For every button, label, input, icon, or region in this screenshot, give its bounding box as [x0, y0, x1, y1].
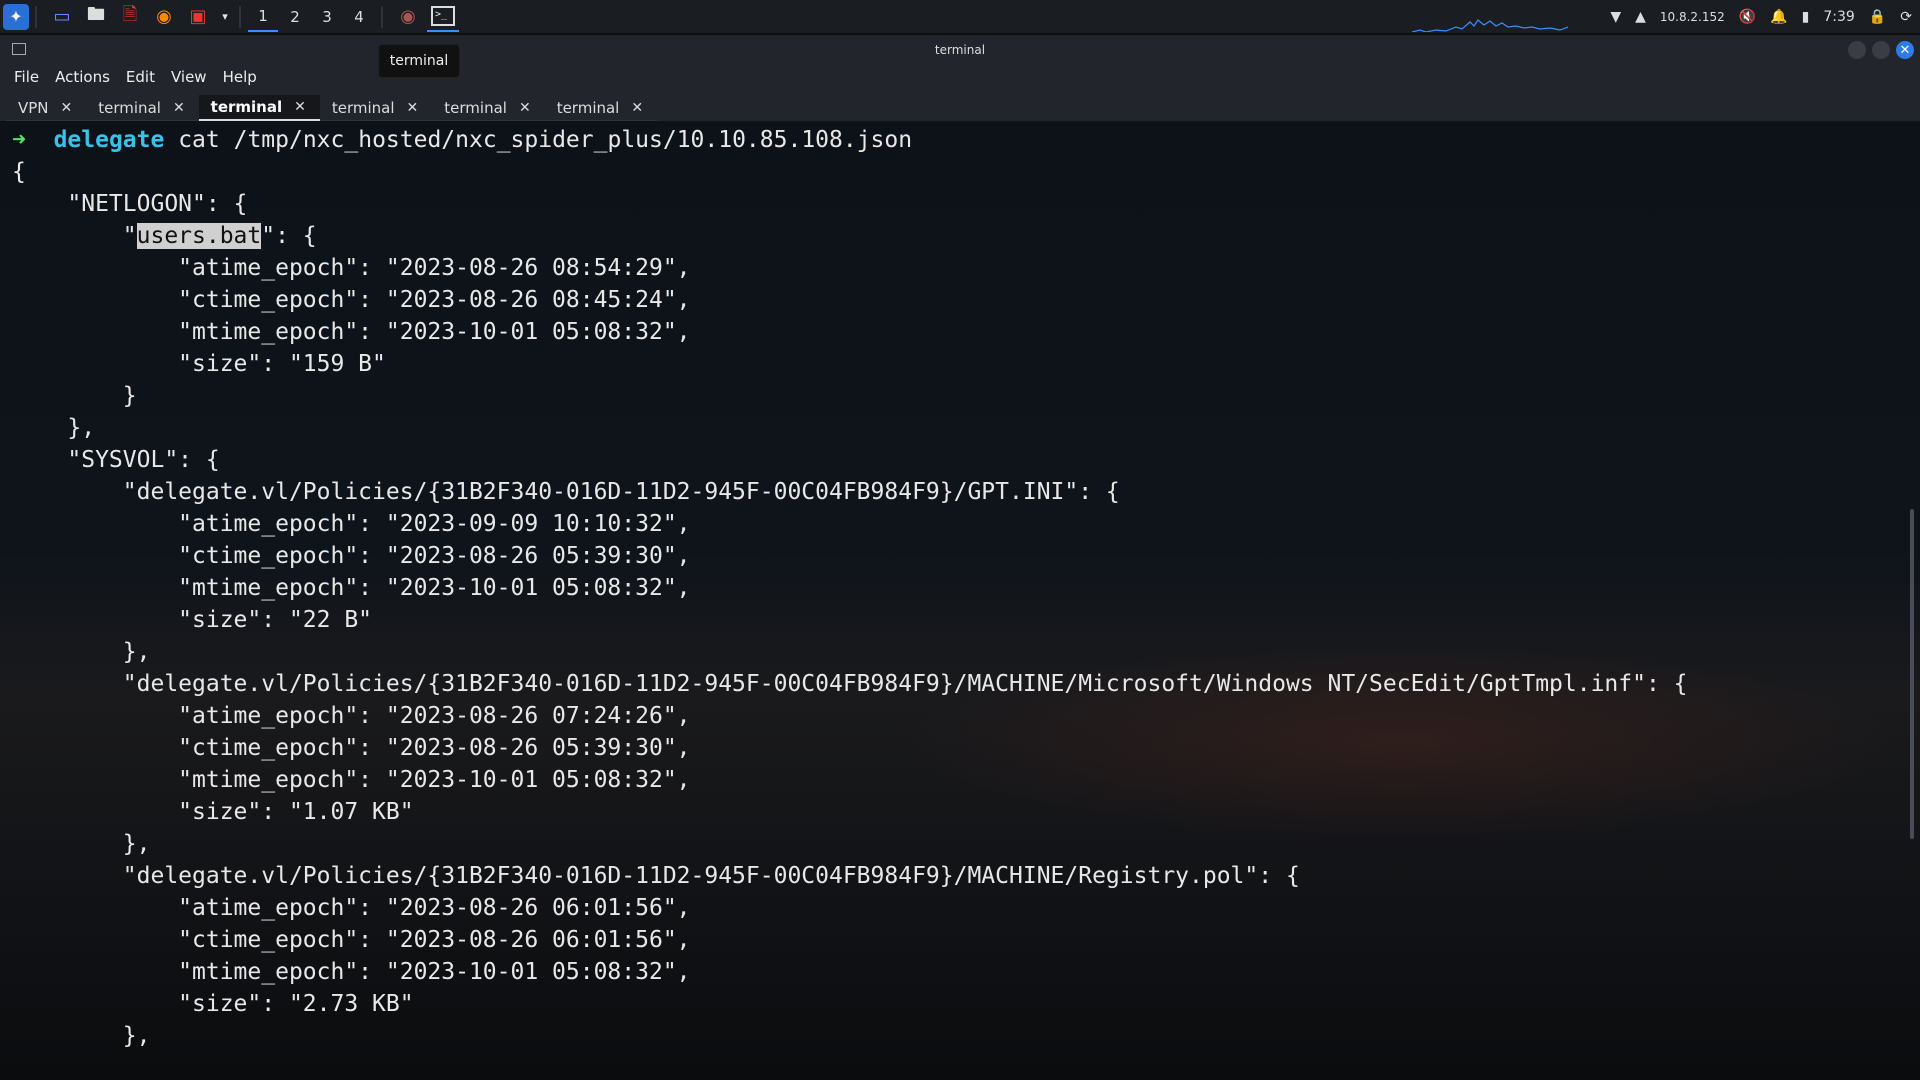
- output-line: ": {: [261, 223, 317, 249]
- workspace-1[interactable]: 1: [248, 2, 278, 32]
- output-line: },: [12, 639, 151, 665]
- tab-close-icon[interactable]: ✕: [519, 100, 531, 116]
- tab-close-icon[interactable]: ✕: [294, 99, 306, 115]
- clock[interactable]: 7:39: [1823, 9, 1854, 25]
- wifi-icon[interactable]: ▼: [1610, 9, 1621, 25]
- power-icon[interactable]: ⟳: [1900, 9, 1912, 25]
- tab-terminal-4[interactable]: terminal ✕: [432, 95, 545, 121]
- show-desktop-icon[interactable]: ▭: [47, 2, 77, 32]
- kali-menu-icon[interactable]: ✦: [3, 3, 29, 30]
- tab-terminal-1[interactable]: terminal ✕: [86, 95, 199, 121]
- menu-file[interactable]: File: [14, 68, 39, 86]
- menu-edit[interactable]: Edit: [126, 68, 155, 86]
- output-line: "size": "1.07 KB": [12, 799, 414, 825]
- tab-close-icon[interactable]: ✕: [407, 100, 419, 116]
- output-line: "size": "159 B": [12, 351, 386, 377]
- prompt-arrow-icon: ➜: [12, 127, 26, 153]
- window-menu-icon[interactable]: [12, 43, 26, 55]
- tab-label: terminal: [98, 98, 161, 117]
- output-line: "atime_epoch": "2023-08-26 08:54:29",: [12, 255, 691, 281]
- output-line: "mtime_epoch": "2023-10-01 05:08:32",: [12, 959, 691, 985]
- system-tray: ▼ ▲ 10.8.2.152 🔇 🔔 ▮ 7:39 🔒 ⟳: [1610, 0, 1912, 34]
- close-button[interactable]: ✕: [1896, 41, 1914, 59]
- tab-vpn[interactable]: VPN ✕: [6, 95, 87, 121]
- output-line: "delegate.vl/Policies/{31B2F340-016D-11D…: [12, 671, 1688, 697]
- output-line: "mtime_epoch": "2023-10-01 05:08:32",: [12, 319, 691, 345]
- workspace-2[interactable]: 2: [280, 2, 310, 32]
- workspace-3[interactable]: 3: [312, 2, 342, 32]
- command-text: cat /tmp/nxc_hosted/nxc_spider_plus/10.1…: [178, 127, 913, 153]
- output-line: "NETLOGON": {: [12, 191, 248, 217]
- file-manager-icon[interactable]: 🖿: [81, 2, 111, 32]
- terminal-launcher-icon[interactable]: ▣: [183, 2, 213, 32]
- output-line: "delegate.vl/Policies/{31B2F340-016D-11D…: [12, 479, 1120, 505]
- output-line: "atime_epoch": "2023-08-26 06:01:56",: [12, 895, 691, 921]
- tab-terminal-5[interactable]: terminal ✕: [544, 95, 658, 121]
- battery-icon[interactable]: ▮: [1802, 9, 1810, 25]
- terminal-output[interactable]: ➜ delegate cat /tmp/nxc_hosted/nxc_spide…: [12, 124, 1688, 1052]
- menu-actions[interactable]: Actions: [55, 68, 110, 86]
- tab-terminal-3[interactable]: terminal ✕: [319, 95, 433, 121]
- terminal-window-button[interactable]: >_: [427, 2, 459, 32]
- output-line: "SYSVOL": {: [12, 447, 220, 473]
- output-line: "ctime_epoch": "2023-08-26 06:01:56",: [12, 927, 691, 953]
- output-line: "atime_epoch": "2023-09-09 10:10:32",: [12, 511, 691, 537]
- panel-separator: [381, 5, 383, 28]
- output-line: "delegate.vl/Policies/{31B2F340-016D-11D…: [12, 863, 1300, 889]
- taskbar-tooltip: terminal: [378, 44, 460, 78]
- firefox-window-icon[interactable]: ◉: [393, 2, 423, 32]
- tab-terminal-2-active[interactable]: terminal ✕: [198, 95, 320, 121]
- window-title: terminal: [934, 43, 986, 57]
- output-line: },: [12, 415, 96, 441]
- tab-label: terminal: [210, 98, 283, 116]
- menu-bar: File Actions Edit View Help: [0, 65, 1920, 89]
- tab-label: terminal: [444, 98, 507, 117]
- tab-close-icon[interactable]: ✕: [173, 100, 185, 116]
- output-line: },: [12, 831, 151, 857]
- tab-bar: VPN ✕ terminal ✕ terminal ✕ terminal ✕ t…: [0, 89, 1920, 121]
- window-controls: ✕: [1848, 41, 1914, 59]
- terminal-scrollbar[interactable]: [1910, 509, 1914, 839]
- output-line: ": [12, 223, 137, 249]
- output-line: "size": "2.73 KB": [12, 991, 414, 1017]
- output-line: }: [12, 383, 137, 409]
- menu-help[interactable]: Help: [223, 68, 257, 86]
- workspace-4[interactable]: 4: [344, 2, 374, 32]
- menu-view[interactable]: View: [171, 68, 207, 86]
- text-editor-icon[interactable]: 🗎: [115, 2, 145, 32]
- output-line: "mtime_epoch": "2023-10-01 05:08:32",: [12, 767, 691, 793]
- window-titlebar[interactable]: terminal ✕: [0, 35, 1920, 65]
- notifications-icon[interactable]: 🔔: [1770, 9, 1787, 25]
- prompt-line: ➜ delegate cat /tmp/nxc_hosted/nxc_spide…: [12, 127, 912, 153]
- output-line: "mtime_epoch": "2023-10-01 05:08:32",: [12, 575, 691, 601]
- selected-text[interactable]: users.bat: [136, 223, 262, 249]
- minimize-button[interactable]: [1848, 41, 1866, 59]
- output-line: "ctime_epoch": "2023-08-26 05:39:30",: [12, 735, 691, 761]
- output-line: "ctime_epoch": "2023-08-26 08:45:24",: [12, 287, 691, 313]
- output-line: },: [12, 1023, 151, 1049]
- vpn-icon[interactable]: ▲: [1635, 9, 1646, 25]
- top-panel: ✦ ▭ 🖿 🗎 ◉ ▣ ▾ 1 2 3 4 ◉ >_ ▼ ▲ 10.8.2.15…: [0, 0, 1920, 34]
- terminal-icon: >_: [431, 5, 455, 26]
- prompt-directory: delegate: [53, 127, 165, 153]
- network-graph: [1412, 19, 1568, 32]
- vpn-ip-label: 10.8.2.152: [1659, 10, 1725, 24]
- terminal-view[interactable]: ➜ delegate cat /tmp/nxc_hosted/nxc_spide…: [0, 121, 1920, 1080]
- firefox-icon[interactable]: ◉: [149, 2, 179, 32]
- output-line: "ctime_epoch": "2023-08-26 05:39:30",: [12, 543, 691, 569]
- lock-icon[interactable]: 🔒: [1869, 9, 1886, 25]
- tab-label: VPN: [18, 98, 49, 117]
- output-line: "atime_epoch": "2023-08-26 07:24:26",: [12, 703, 691, 729]
- launcher-dropdown-icon[interactable]: ▾: [217, 2, 233, 32]
- tab-close-icon[interactable]: ✕: [61, 100, 73, 116]
- tab-label: terminal: [331, 98, 395, 117]
- panel-separator: [35, 5, 37, 28]
- tab-label: terminal: [556, 98, 620, 117]
- output-line: {: [12, 159, 26, 185]
- tab-close-icon[interactable]: ✕: [631, 100, 643, 116]
- output-line: "size": "22 B": [12, 607, 373, 633]
- maximize-button[interactable]: [1872, 41, 1890, 59]
- panel-separator: [239, 5, 241, 28]
- volume-muted-icon[interactable]: 🔇: [1739, 9, 1756, 25]
